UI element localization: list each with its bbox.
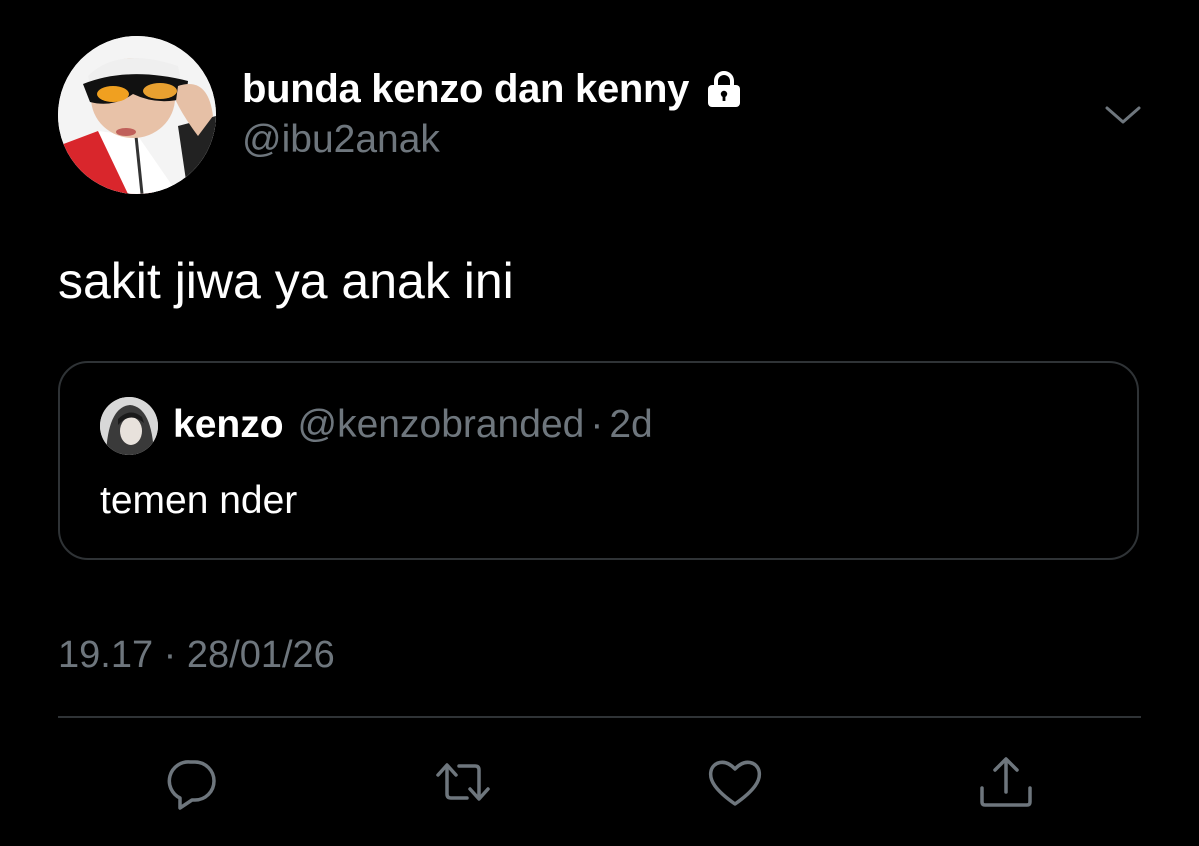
quoted-handle: @kenzobranded [297,403,585,446]
reply-icon [167,760,216,810]
author-name-row: bunda kenzo dan kenny [242,64,745,114]
quoted-tweet[interactable]: kenzo @kenzobranded · 2d temen nder [58,361,1139,560]
retweet-button[interactable] [433,752,493,812]
like-button[interactable] [705,752,765,812]
retweet-icon [436,763,490,801]
tweet-timestamp[interactable]: 19.17 · 28/01/26 [58,634,335,677]
quoted-separator: · [590,403,604,446]
quoted-text: temen nder [100,479,298,522]
share-icon [980,757,1032,807]
tweet: bunda kenzo dan kenny @ibu2anak sakit ji… [0,0,1199,846]
quoted-header: kenzo @kenzobranded · 2d [173,403,653,447]
share-button[interactable] [976,752,1036,812]
author-handle[interactable]: @ibu2anak [242,118,440,162]
lock-icon [703,68,745,110]
author-display-name[interactable]: bunda kenzo dan kenny [242,67,689,112]
divider [58,716,1141,718]
reply-button[interactable] [162,752,222,812]
quoted-display-name: kenzo [173,403,284,446]
chevron-down-icon[interactable] [1103,100,1143,130]
quoted-author-avatar [100,397,158,455]
tweet-text: sakit jiwa ya anak ini [58,253,514,309]
like-icon [708,760,762,806]
quoted-age: 2d [609,403,653,446]
author-avatar[interactable] [58,36,216,194]
